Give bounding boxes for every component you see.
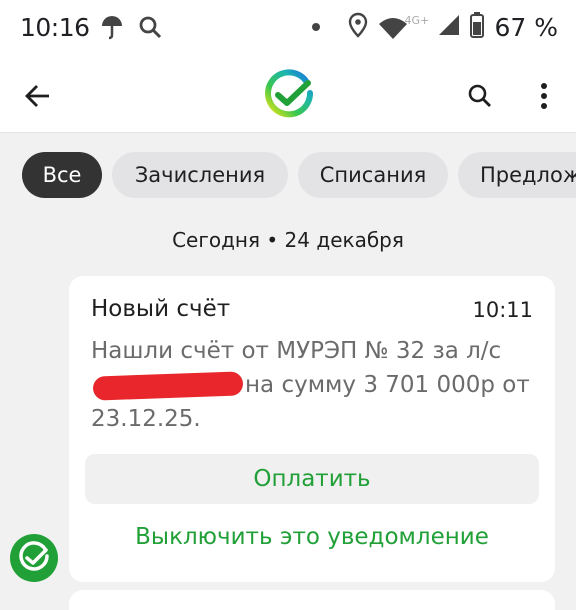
- search-icon: [138, 15, 162, 43]
- status-right: 4G+ 67 %: [312, 12, 558, 42]
- status-bar: 10:16 4G+ 67 %: [0, 0, 576, 60]
- chip-all[interactable]: Все: [22, 152, 102, 198]
- search-icon: [468, 84, 491, 107]
- network-type-label: 4G+: [404, 14, 430, 27]
- sber-logo-icon: [262, 68, 316, 122]
- sender-avatar: [10, 534, 58, 582]
- chip-expenses[interactable]: Списания: [298, 152, 448, 198]
- sber-avatar-icon: [19, 541, 49, 571]
- search-button[interactable]: [462, 78, 498, 114]
- date-header: Сегодня • 24 декабря: [172, 228, 404, 252]
- back-button[interactable]: [20, 78, 56, 114]
- signal-icon: [438, 13, 460, 41]
- status-left-icons: [100, 14, 162, 44]
- notification-body: Нашли счёт от МУРЭП № 32 за л/сна сумму …: [91, 334, 531, 436]
- notification-title: Новый счёт: [91, 296, 231, 322]
- notification-time: 10:11: [472, 298, 533, 322]
- pay-button[interactable]: Оплатить: [85, 454, 539, 504]
- more-options-button[interactable]: [526, 78, 562, 114]
- chip-income[interactable]: Зачисления: [112, 152, 288, 198]
- location-icon: [348, 12, 368, 42]
- disable-notification-button[interactable]: Выключить это уведомление: [69, 524, 555, 550]
- battery-percent: 67 %: [494, 12, 558, 42]
- next-notification-card: [69, 590, 555, 610]
- umbrella-icon: [100, 14, 124, 44]
- redaction-mark: [92, 370, 244, 401]
- filter-chips: Все Зачисления Списания Предлож: [0, 152, 576, 198]
- wifi-icon: 4G+: [378, 14, 430, 40]
- app-bar: [0, 60, 576, 133]
- chip-offers[interactable]: Предлож: [458, 152, 576, 198]
- notification-card[interactable]: Новый счёт 10:11 Нашли счёт от МУРЭП № 3…: [69, 276, 555, 582]
- notification-body-part1: Нашли счёт от МУРЭП № 32 за л/с: [91, 338, 502, 364]
- more-vert-icon: [541, 83, 547, 109]
- back-arrow-icon: [25, 85, 49, 107]
- status-time: 10:16: [20, 13, 90, 42]
- dot-icon: [312, 23, 321, 31]
- battery-icon: [470, 12, 485, 42]
